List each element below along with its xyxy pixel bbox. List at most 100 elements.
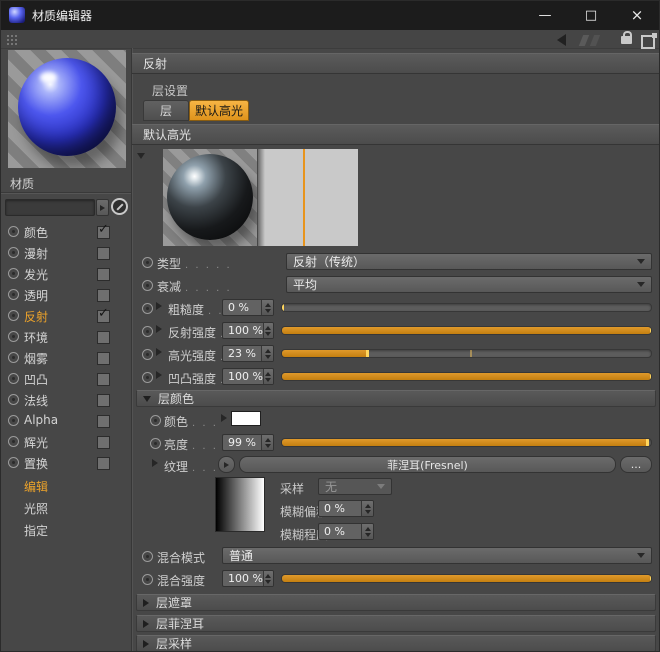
channel-dot[interactable] bbox=[8, 310, 19, 321]
layer-color-section[interactable]: 层颜色 bbox=[136, 390, 656, 407]
anim-dot[interactable] bbox=[142, 574, 153, 585]
layer-sampling-section[interactable]: 层采样 bbox=[136, 635, 656, 652]
specular-strength-stepper[interactable] bbox=[261, 346, 273, 361]
material-preview[interactable] bbox=[8, 50, 126, 168]
bump-strength-slider[interactable] bbox=[281, 372, 652, 381]
layer-fresnel-section[interactable]: 层菲涅耳 bbox=[136, 615, 656, 632]
channel-checkbox[interactable] bbox=[97, 352, 110, 365]
anim-dot[interactable] bbox=[150, 438, 161, 449]
roughness-input[interactable]: 0 % bbox=[222, 299, 274, 316]
channel-label[interactable]: 置换 bbox=[24, 455, 48, 472]
anim-dot[interactable] bbox=[150, 415, 161, 426]
channel-checkbox[interactable] bbox=[97, 268, 110, 281]
mix-strength-slider[interactable] bbox=[281, 574, 652, 583]
roughness-slider[interactable] bbox=[281, 303, 652, 312]
tab-default-specular[interactable]: 默认高光 bbox=[189, 100, 249, 121]
tab-layers[interactable]: 层 bbox=[143, 100, 189, 121]
texture-more-button[interactable]: ... bbox=[620, 456, 652, 473]
blur-offset-input[interactable]: 0 % bbox=[318, 500, 374, 517]
blur-scale-stepper[interactable] bbox=[361, 524, 373, 539]
expand-icon[interactable] bbox=[156, 302, 162, 310]
gradient-preview[interactable] bbox=[215, 477, 265, 532]
channel-label[interactable]: 发光 bbox=[24, 266, 48, 283]
color-swatch[interactable] bbox=[231, 411, 261, 426]
panel-grip-icon[interactable] bbox=[6, 34, 19, 46]
material-menu-button[interactable] bbox=[96, 199, 109, 216]
lock-icon[interactable] bbox=[621, 31, 632, 44]
reflection-preview[interactable] bbox=[163, 149, 257, 246]
minimize-button[interactable]: — bbox=[522, 0, 568, 30]
preview-collapse-icon[interactable] bbox=[137, 153, 145, 159]
channel-row-environment[interactable]: 环境 bbox=[0, 327, 131, 347]
layer-mask-section[interactable]: 层遮罩 bbox=[136, 594, 656, 611]
roughness-stepper[interactable] bbox=[261, 300, 273, 315]
channel-row-normal[interactable]: 法线 bbox=[0, 390, 131, 410]
channel-dot[interactable] bbox=[8, 394, 19, 405]
material-name-input[interactable] bbox=[5, 199, 95, 216]
channel-label[interactable]: 凹凸 bbox=[24, 371, 48, 388]
eyedropper-button[interactable] bbox=[111, 198, 128, 215]
texture-menu-button[interactable] bbox=[218, 456, 235, 473]
channel-checkbox[interactable] bbox=[97, 457, 110, 470]
channel-label[interactable]: 辉光 bbox=[24, 434, 48, 451]
channel-checkbox[interactable] bbox=[97, 289, 110, 302]
maximize-button[interactable]: □ bbox=[568, 0, 614, 30]
falloff-dropdown[interactable]: 平均 bbox=[286, 276, 652, 293]
channel-dot[interactable] bbox=[8, 457, 19, 468]
close-button[interactable]: × bbox=[614, 0, 660, 30]
channel-row-color[interactable]: 颜色 ✓ bbox=[0, 222, 131, 242]
back-icon[interactable] bbox=[557, 34, 566, 46]
channel-row-transparency[interactable]: 透明 bbox=[0, 285, 131, 305]
expand-icon[interactable] bbox=[156, 371, 162, 379]
brightness-input[interactable]: 99 % bbox=[222, 434, 274, 451]
expand-icon[interactable] bbox=[156, 325, 162, 333]
channel-row-alpha[interactable]: Alpha bbox=[0, 411, 131, 431]
channel-row-glow[interactable]: 辉光 bbox=[0, 432, 131, 452]
mode-assign[interactable]: 指定 bbox=[24, 522, 48, 539]
channel-checkbox[interactable] bbox=[97, 415, 110, 428]
channel-row-luminance[interactable]: 发光 bbox=[0, 264, 131, 284]
brightness-slider[interactable] bbox=[281, 438, 652, 447]
channel-label[interactable]: 透明 bbox=[24, 287, 48, 304]
channel-dot[interactable] bbox=[8, 373, 19, 384]
mix-mode-dropdown[interactable]: 普通 bbox=[222, 547, 652, 564]
brightness-stepper[interactable] bbox=[261, 435, 273, 450]
channel-row-fog[interactable]: 烟雾 bbox=[0, 348, 131, 368]
mode-illumination[interactable]: 光照 bbox=[24, 500, 48, 517]
specular-curve-preview[interactable] bbox=[258, 149, 358, 246]
channel-dot[interactable] bbox=[8, 331, 19, 342]
channel-label[interactable]: 环境 bbox=[24, 329, 48, 346]
channel-dot[interactable] bbox=[8, 247, 19, 258]
blur-scale-input[interactable]: 0 % bbox=[318, 523, 374, 540]
specular-strength-slider[interactable] bbox=[281, 349, 652, 358]
channel-dot[interactable] bbox=[8, 352, 19, 363]
channel-checkbox[interactable] bbox=[97, 247, 110, 260]
blur-offset-stepper[interactable] bbox=[361, 501, 373, 516]
channel-checkbox[interactable] bbox=[97, 373, 110, 386]
channel-row-diffuse[interactable]: 漫射 bbox=[0, 243, 131, 263]
specular-strength-input[interactable]: 23 % bbox=[222, 345, 274, 362]
bump-strength-stepper[interactable] bbox=[262, 369, 273, 384]
channel-label[interactable]: 颜色 bbox=[24, 224, 48, 241]
channel-label[interactable]: Alpha bbox=[24, 413, 58, 427]
channel-dot[interactable] bbox=[8, 415, 19, 426]
channel-dot[interactable] bbox=[8, 436, 19, 447]
texture-expand-icon[interactable] bbox=[152, 459, 158, 467]
type-dropdown[interactable]: 反射（传统） bbox=[286, 253, 652, 270]
sampling-dropdown[interactable]: 无 bbox=[318, 478, 392, 495]
reflection-strength-input[interactable]: 100 % bbox=[222, 322, 274, 339]
anim-dot[interactable] bbox=[142, 257, 153, 268]
anim-dot[interactable] bbox=[142, 372, 153, 383]
channel-checkbox[interactable] bbox=[97, 394, 110, 407]
anim-dot[interactable] bbox=[142, 349, 153, 360]
expand-icon[interactable] bbox=[156, 348, 162, 356]
mix-strength-stepper[interactable] bbox=[262, 571, 273, 586]
channel-label[interactable]: 烟雾 bbox=[24, 350, 48, 367]
app-icon[interactable] bbox=[9, 7, 25, 23]
texture-shader-button[interactable]: 菲涅耳(Fresnel) bbox=[239, 456, 616, 473]
channel-label[interactable]: 漫射 bbox=[24, 245, 48, 262]
mode-edit[interactable]: 编辑 bbox=[24, 478, 48, 495]
channel-row-reflection[interactable]: 反射 ✓ bbox=[0, 306, 131, 326]
channel-row-bump[interactable]: 凹凸 bbox=[0, 369, 131, 389]
reflection-strength-stepper[interactable] bbox=[262, 323, 273, 338]
